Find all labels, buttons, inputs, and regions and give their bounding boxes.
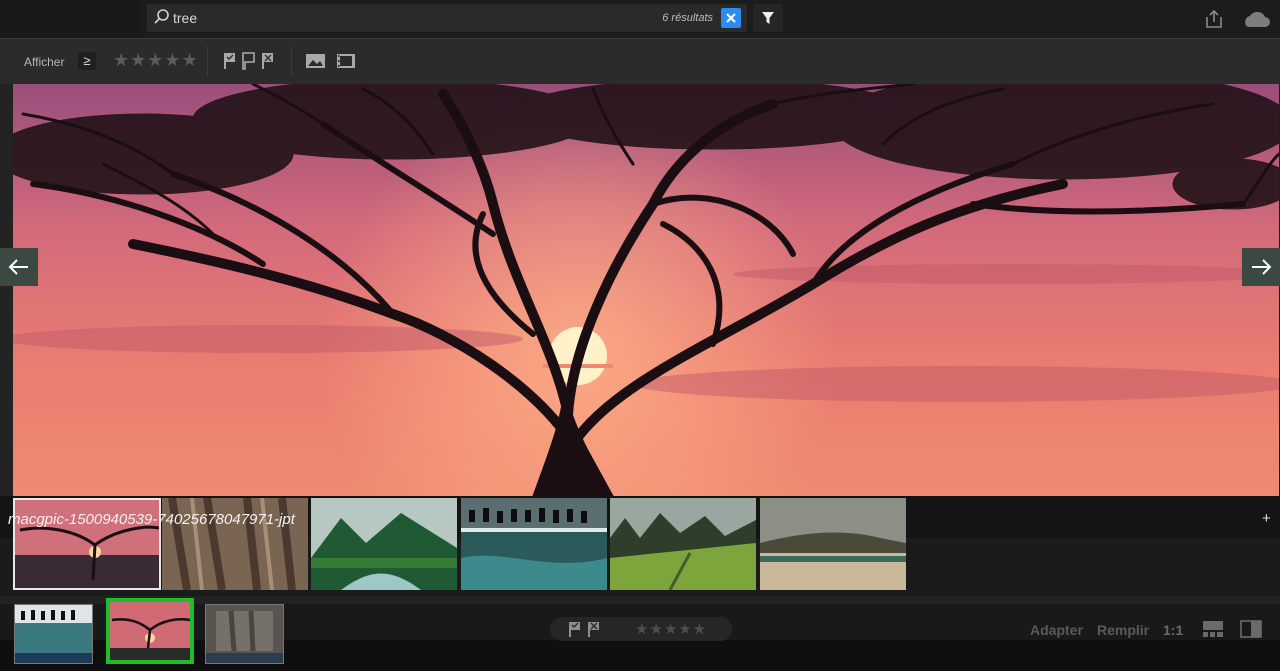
divider: [291, 46, 292, 76]
divider: [207, 46, 208, 76]
filmstrip-thumb-penguins[interactable]: [461, 498, 607, 590]
result-count: 6 résultats: [662, 12, 713, 24]
flag-reject-icon[interactable]: [588, 622, 599, 637]
compare-icon: [1240, 620, 1262, 638]
one-to-one-button[interactable]: 1:1: [1163, 622, 1183, 638]
flag-filter-group: [222, 50, 282, 77]
flag-reject-icon[interactable]: [262, 53, 273, 69]
left-panel-edge: [0, 84, 13, 496]
compare-view-button[interactable]: [1240, 620, 1262, 643]
media-type-filter: [305, 50, 361, 77]
flag-pick-icon[interactable]: [224, 53, 235, 69]
fit-button[interactable]: Adapter: [1030, 622, 1083, 638]
recent-thumb-bark[interactable]: [205, 604, 284, 664]
grid-icon: [1203, 621, 1223, 637]
search-bar[interactable]: tree 6 résultats: [147, 4, 747, 32]
rating-filter-stars[interactable]: ★★★★★: [113, 50, 199, 71]
previous-photo-button[interactable]: [0, 248, 38, 286]
arrow-right-icon: [1252, 259, 1272, 275]
recent-thumb-sunset-tree-selected[interactable]: [106, 598, 194, 664]
rating-stars[interactable]: ★★★★★: [635, 620, 707, 638]
main-photo[interactable]: [13, 84, 1279, 496]
arrow-left-icon: [8, 259, 28, 275]
show-label: Afficher: [24, 55, 65, 69]
next-photo-button[interactable]: [1242, 248, 1280, 286]
grid-view-button[interactable]: [1202, 620, 1224, 643]
photo-icon[interactable]: [306, 54, 325, 68]
plus-icon[interactable]: +: [1262, 510, 1271, 527]
filter-icon: [762, 12, 774, 24]
cloud-icon: [1245, 11, 1270, 27]
flag-unflagged-icon[interactable]: [242, 52, 255, 70]
search-icon: [153, 8, 171, 31]
photo-filename: macgpic-1500940539-74025678047971-jpt: [8, 511, 295, 528]
filter-button[interactable]: [753, 4, 783, 32]
recent-thumb-penguins[interactable]: [14, 604, 93, 664]
search-input[interactable]: tree: [173, 10, 197, 26]
cloud-sync-button[interactable]: [1240, 8, 1272, 35]
filmstrip-thumb-grassland[interactable]: [760, 498, 906, 590]
flag-pick-icon[interactable]: [569, 622, 580, 637]
clear-icon: [726, 13, 736, 23]
filmstrip-thumb-green-valley[interactable]: [311, 498, 457, 590]
clear-search-button[interactable]: [721, 8, 741, 28]
rating-operator-dropdown[interactable]: ≥: [78, 52, 96, 70]
share-button[interactable]: [1203, 8, 1225, 35]
fill-button[interactable]: Remplir: [1097, 622, 1149, 638]
share-icon: [1206, 9, 1222, 28]
filmstrip-thumb-karst-hills[interactable]: [610, 498, 756, 590]
top-left-panel: [0, 0, 142, 38]
video-icon[interactable]: [337, 54, 355, 68]
